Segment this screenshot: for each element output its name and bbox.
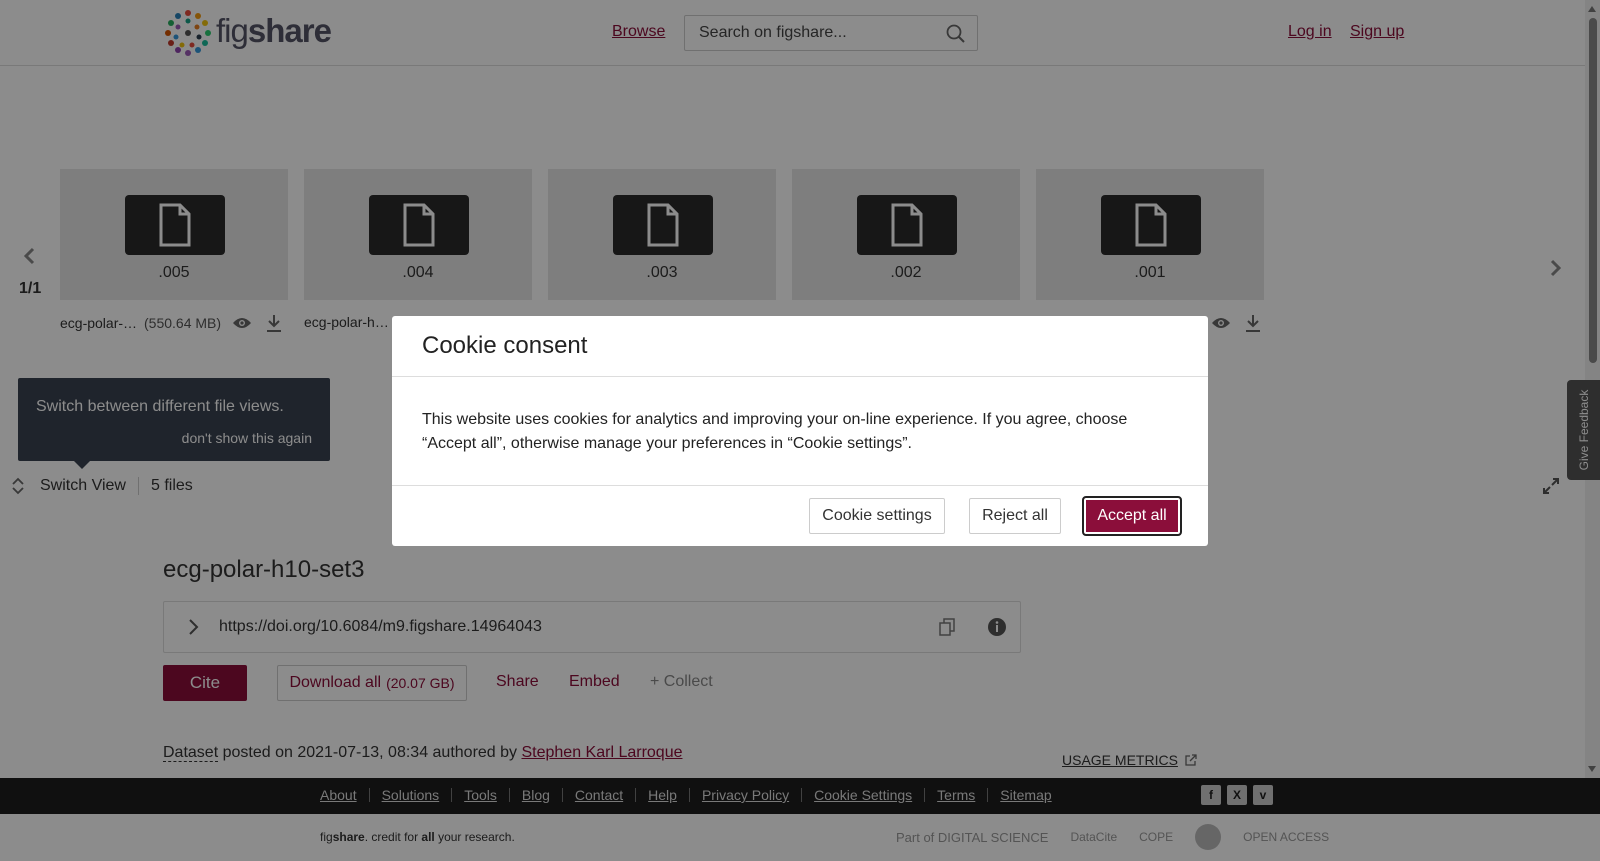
cookie-settings-button[interactable]: Cookie settings [809,498,945,534]
dialog-header: Cookie consent [392,316,1208,377]
dialog-text: This website uses cookies for analytics … [422,411,1128,452]
accept-all-button[interactable]: Accept all [1082,496,1182,536]
cookie-consent-dialog: Cookie consent This website uses cookies… [392,316,1208,546]
dialog-title: Cookie consent [422,332,588,359]
dialog-body: This website uses cookies for analytics … [392,377,1208,486]
reject-all-button[interactable]: Reject all [969,498,1061,534]
dialog-footer: Cookie settings Reject all Accept all [392,486,1208,546]
